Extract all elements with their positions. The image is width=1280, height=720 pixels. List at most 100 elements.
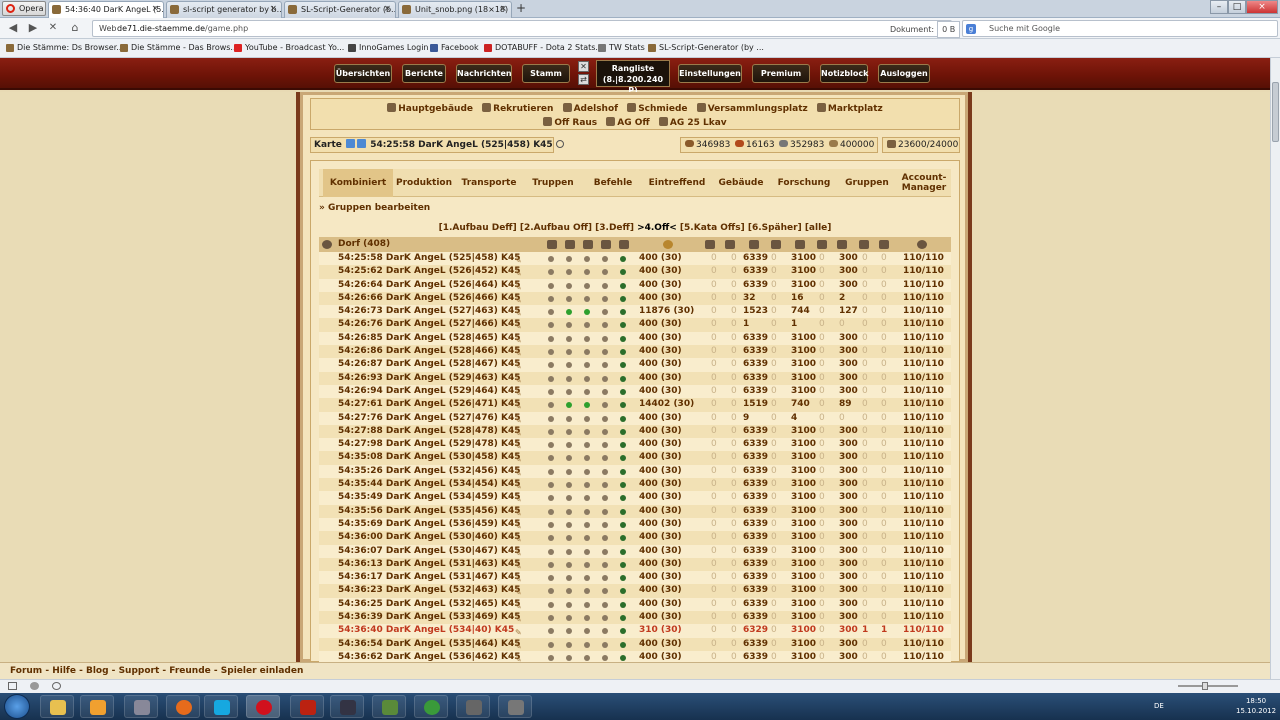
- taskbar-xbox[interactable]: [414, 695, 448, 718]
- scrollbar-thumb[interactable]: [1272, 82, 1279, 142]
- unit-count[interactable]: 2: [839, 292, 845, 305]
- unit-count[interactable]: 0: [881, 398, 887, 411]
- unit-count[interactable]: 0: [771, 279, 777, 292]
- search-input[interactable]: g Suche mit Google: [962, 20, 1278, 37]
- unit-count[interactable]: 0: [731, 438, 737, 451]
- unit-count[interactable]: 3100: [791, 518, 816, 531]
- unit-count[interactable]: 0: [711, 345, 717, 358]
- table-row[interactable]: 54:26:86 DarK AngeL (528|466) K45 ✎ 400 (3…: [319, 345, 951, 359]
- unit-count[interactable]: 0: [731, 398, 737, 411]
- footer-link-invite[interactable]: Spieler einladen: [221, 666, 304, 676]
- unit-count[interactable]: 6339: [743, 265, 768, 278]
- unit-count[interactable]: 0: [839, 412, 845, 425]
- unit-count[interactable]: 0: [711, 279, 717, 292]
- unit-count[interactable]: 0: [711, 451, 717, 464]
- unit-count[interactable]: 3100: [791, 491, 816, 504]
- unit-count[interactable]: 16: [791, 292, 804, 305]
- unit-count[interactable]: 0: [881, 611, 887, 624]
- unit-count[interactable]: 300: [839, 265, 858, 278]
- unit-count[interactable]: 6339: [743, 518, 768, 531]
- unit-count[interactable]: 0: [819, 292, 825, 305]
- unit-count[interactable]: 6339: [743, 385, 768, 398]
- unit-count[interactable]: 0: [819, 451, 825, 464]
- unit-count[interactable]: 0: [862, 358, 868, 371]
- village-link[interactable]: 54:26:64 DarK AngeL (526|464) K45: [338, 279, 521, 292]
- village-link[interactable]: 54:27:61 DarK AngeL (526|471) K45: [338, 398, 521, 411]
- table-row[interactable]: 54:36:25 DarK AngeL (532|465) K45 ✎ 400 (3…: [319, 597, 951, 612]
- opera-menu-button[interactable]: Opera: [2, 1, 46, 16]
- subtab-buildings[interactable]: Gebäude: [713, 169, 769, 197]
- unit-count[interactable]: 0: [731, 598, 737, 611]
- unit-count[interactable]: 0: [819, 305, 825, 318]
- unit-count[interactable]: 0: [771, 252, 777, 265]
- footer-link-friends[interactable]: Freunde: [169, 666, 210, 676]
- unit-count[interactable]: 0: [711, 372, 717, 385]
- table-row[interactable]: 54:26:93 DarK AngeL (529|463) K45 ✎ 400 (3…: [319, 371, 951, 385]
- unit-count[interactable]: 0: [731, 425, 737, 438]
- tab-3[interactable]: Unit_snob.png (18×18) ×: [398, 1, 512, 18]
- unit-count[interactable]: 0: [731, 279, 737, 292]
- unit-count[interactable]: 3100: [791, 252, 816, 265]
- unit-count[interactable]: 300: [839, 558, 858, 571]
- unit-count[interactable]: 1523: [743, 305, 768, 318]
- unit-count[interactable]: 3100: [791, 372, 816, 385]
- unit-count[interactable]: 0: [731, 624, 737, 637]
- unit-count[interactable]: 0: [731, 584, 737, 597]
- unit-count[interactable]: 0: [711, 611, 717, 624]
- unit-count[interactable]: 6339: [743, 425, 768, 438]
- table-row[interactable]: 54:36:40 DarK AngeL (534|40) K45 ✎ 310 (30…: [319, 624, 951, 638]
- table-row[interactable]: 54:27:98 DarK AngeL (529|478) K45 ✎ 400 (3…: [319, 438, 951, 452]
- new-tab-button[interactable]: +: [514, 2, 528, 15]
- unit-count[interactable]: 0: [881, 305, 887, 318]
- taskbar-minecraft[interactable]: [372, 695, 406, 718]
- nav-smithy[interactable]: Schmiede: [627, 103, 688, 114]
- unit-count[interactable]: 0: [771, 318, 777, 331]
- unit-count[interactable]: 0: [771, 398, 777, 411]
- unit-count[interactable]: 127: [839, 305, 858, 318]
- unit-count[interactable]: 3100: [791, 345, 816, 358]
- bookmark-item[interactable]: DOTABUFF - Dota 2 Stats...: [484, 42, 603, 54]
- unit-count[interactable]: 0: [862, 611, 868, 624]
- unit-count[interactable]: 3100: [791, 598, 816, 611]
- unit-count[interactable]: 0: [731, 505, 737, 518]
- unit-count[interactable]: 0: [711, 465, 717, 478]
- unit-count[interactable]: 0: [731, 372, 737, 385]
- start-button[interactable]: [4, 694, 30, 719]
- village-link[interactable]: 54:35:44 DarK AngeL (534|454) K45: [338, 478, 521, 491]
- village-link[interactable]: 54:36:07 DarK AngeL (530|467) K45: [338, 545, 521, 558]
- unit-count[interactable]: 0: [819, 518, 825, 531]
- unit-count[interactable]: 6339: [743, 252, 768, 265]
- menu-reports[interactable]: Berichte: [402, 64, 446, 83]
- unit-count[interactable]: 0: [711, 265, 717, 278]
- table-row[interactable]: 54:35:49 DarK AngeL (534|459) K45 ✎ 400 (3…: [319, 491, 951, 505]
- unit-count[interactable]: 6339: [743, 611, 768, 624]
- village-link[interactable]: 54:27:88 DarK AngeL (528|478) K45: [338, 425, 521, 438]
- unit-count[interactable]: 0: [881, 385, 887, 398]
- unit-count[interactable]: 0: [881, 372, 887, 385]
- unit-count[interactable]: 0: [711, 332, 717, 345]
- unit-count[interactable]: 0: [819, 252, 825, 265]
- unit-count[interactable]: 0: [881, 279, 887, 292]
- unit-count[interactable]: 0: [881, 545, 887, 558]
- unit-count[interactable]: 0: [771, 611, 777, 624]
- table-row[interactable]: 54:26:73 DarK AngeL (527|463) K45 ✎ 11876 …: [319, 305, 951, 319]
- village-link[interactable]: 54:36:13 DarK AngeL (531|463) K45: [338, 558, 521, 571]
- unit-count[interactable]: 3100: [791, 611, 816, 624]
- village-link[interactable]: 54:36:23 DarK AngeL (532|463) K45: [338, 584, 521, 597]
- nav-academy[interactable]: Adelshof: [562, 103, 618, 114]
- page-scrollbar[interactable]: [1270, 58, 1280, 679]
- taskbar-app3[interactable]: [498, 695, 532, 718]
- footer-link-help[interactable]: Hilfe: [52, 666, 76, 676]
- unit-count[interactable]: 6339: [743, 465, 768, 478]
- unit-count[interactable]: 0: [711, 438, 717, 451]
- village-link[interactable]: 54:36:40 DarK AngeL (534|40) K45: [338, 624, 514, 637]
- unit-count[interactable]: 0: [819, 412, 825, 425]
- village-link[interactable]: 54:27:76 DarK AngeL (527|476) K45: [338, 412, 521, 425]
- unit-count[interactable]: 0: [731, 252, 737, 265]
- unit-count[interactable]: 0: [771, 505, 777, 518]
- unit-count[interactable]: 0: [862, 478, 868, 491]
- nav-ag-off[interactable]: AG Off: [606, 117, 650, 128]
- unit-count[interactable]: 0: [862, 558, 868, 571]
- forward-arrow-icon[interactable]: ▶: [26, 22, 40, 35]
- unit-count[interactable]: 0: [771, 265, 777, 278]
